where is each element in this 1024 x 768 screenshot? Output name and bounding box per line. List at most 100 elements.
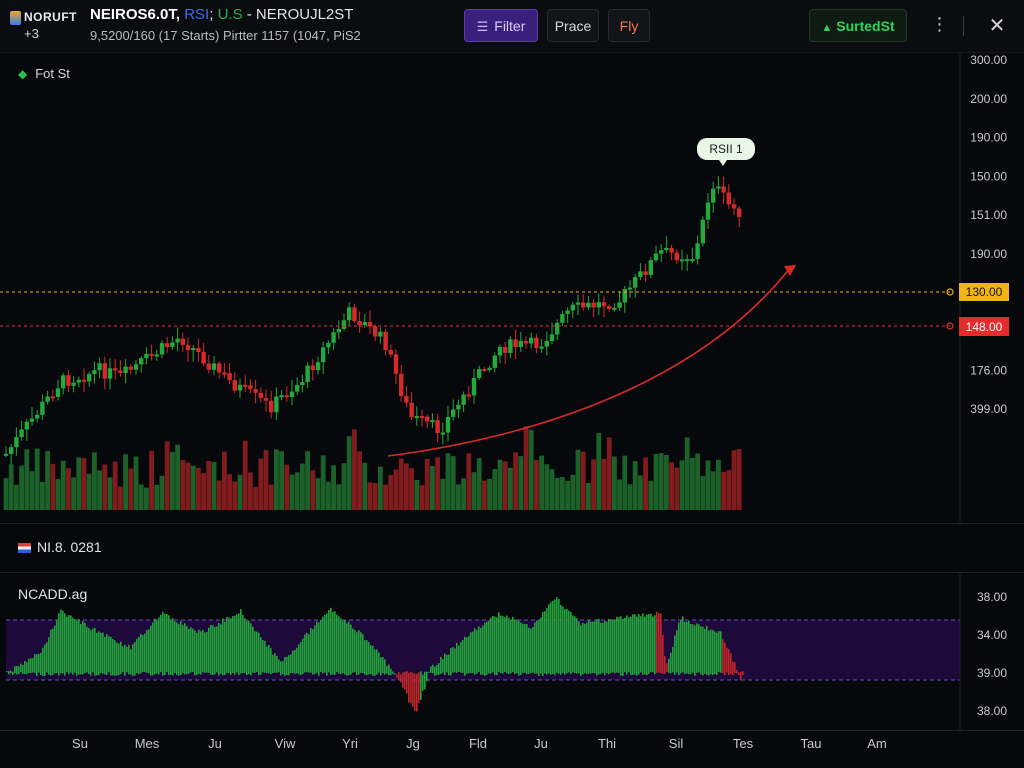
volume-bar: [622, 455, 628, 510]
indicator-header[interactable]: NI.8. 0281: [18, 539, 102, 555]
macd-bar: [208, 627, 210, 673]
macd-bar: [662, 634, 664, 675]
macd-bar: [370, 645, 372, 675]
candle-body: [331, 332, 336, 343]
macd-bar: [340, 618, 342, 675]
macd-panel[interactable]: 38.00 34.00 39.00 38.00: [0, 573, 1024, 730]
volume-bar: [71, 477, 76, 510]
macd-bar: [444, 653, 446, 676]
macd-bar: [24, 661, 26, 675]
macd-bar: [560, 605, 562, 675]
macd-bar: [506, 615, 508, 674]
time-axis-label: Thi: [597, 736, 617, 751]
macd-bar: [724, 642, 726, 676]
macd-bar: [292, 650, 294, 673]
volume-bar: [684, 437, 690, 510]
macd-bar: [422, 674, 424, 691]
macd-bar: [566, 608, 568, 674]
macd-bar: [624, 617, 626, 673]
volume-bar: [534, 459, 539, 510]
macd-bar: [502, 616, 504, 674]
candle-body: [591, 302, 596, 308]
macd-bar: [664, 656, 666, 674]
price-button[interactable]: Prace: [547, 9, 599, 42]
candle-body: [596, 302, 601, 308]
volume-bar: [248, 472, 253, 510]
candle-body: [503, 346, 508, 353]
time-axis-label: Mes: [134, 736, 160, 751]
candle-body: [581, 302, 586, 308]
volume-bar: [237, 474, 243, 510]
macd-bar: [640, 616, 642, 673]
macd-bar: [398, 672, 400, 680]
macd-bar: [700, 626, 702, 675]
price-axis-label: 190.00: [970, 247, 1007, 261]
volume-bar: [8, 464, 14, 510]
macd-bar: [676, 630, 678, 673]
subscribe-button[interactable]: ▲ SurtedSt: [809, 9, 907, 42]
candle-body: [685, 259, 690, 262]
macd-bar: [626, 615, 628, 675]
macd-bar: [88, 628, 90, 674]
price-axis[interactable]: 300.00200.00190.00150.00151.00190.00350.…: [970, 53, 1007, 416]
macd-bar: [670, 652, 672, 674]
volume-bar: [81, 458, 87, 510]
more-options-icon[interactable]: ⋮: [928, 12, 952, 40]
candle-body: [388, 350, 393, 355]
annotation-pointer-icon: [719, 160, 727, 166]
macd-bar: [354, 630, 356, 673]
filter-button[interactable]: ☰ Filter: [464, 9, 538, 42]
macd-bar: [598, 618, 600, 675]
time-axis-label: Jg: [406, 736, 420, 751]
macd-bar: [300, 641, 302, 676]
macd-bar: [336, 614, 338, 673]
macd-bar: [488, 620, 490, 674]
macd-bar: [100, 632, 102, 673]
time-axis-label: Tau: [800, 736, 822, 751]
macd-bar: [256, 631, 258, 673]
macd-bar: [190, 627, 192, 673]
volume-bar: [736, 449, 742, 510]
volume-bar: [55, 479, 61, 510]
fly-button[interactable]: Fly: [608, 9, 650, 42]
macd-bar: [418, 672, 420, 704]
candle-body: [435, 420, 440, 433]
macd-bar: [450, 648, 452, 676]
volume-bar: [253, 486, 258, 510]
app-logo[interactable]: NORUFT +3: [10, 8, 80, 44]
candle-body: [206, 363, 211, 370]
candle-body: [586, 302, 591, 308]
volume-bar: [705, 460, 711, 510]
candle-body: [211, 363, 217, 370]
candle-body: [622, 289, 627, 303]
macd-bar: [76, 620, 78, 676]
macd-bar: [592, 621, 594, 674]
panel-divider[interactable]: [0, 523, 1024, 524]
volume-bar: [466, 453, 472, 510]
chart-legend[interactable]: ◆ Fot St: [18, 66, 70, 81]
volume-bar: [695, 453, 700, 510]
candle-body: [383, 331, 388, 351]
candle-body: [24, 421, 29, 430]
macd-bar: [90, 630, 92, 676]
macd-bar: [572, 615, 574, 673]
candle-body: [154, 354, 159, 357]
volume-bar: [606, 437, 612, 510]
macd-axis[interactable]: 38.00 34.00 39.00 38.00: [977, 590, 1007, 718]
rsi-annotation[interactable]: RSII 1: [697, 138, 755, 166]
volume-bar: [716, 459, 721, 510]
price-axis-label: 176.00: [970, 363, 1007, 377]
candle-body: [113, 368, 118, 371]
macd-bar: [232, 616, 234, 673]
price-chart-panel[interactable]: RSII 1 300.00 200.00 190.00 150.00 151.00 190…: [0, 52, 1024, 522]
macd-bar: [386, 666, 388, 674]
candle-body: [617, 302, 622, 308]
logo-subtext: +3: [24, 26, 39, 41]
close-icon[interactable]: ✕: [984, 12, 1010, 40]
macd-bar: [338, 616, 340, 674]
candle-body: [175, 338, 180, 343]
volume-bar: [554, 477, 560, 510]
candle-body: [508, 339, 513, 353]
filter-button-label: Filter: [494, 18, 526, 34]
candle-body: [560, 313, 565, 323]
